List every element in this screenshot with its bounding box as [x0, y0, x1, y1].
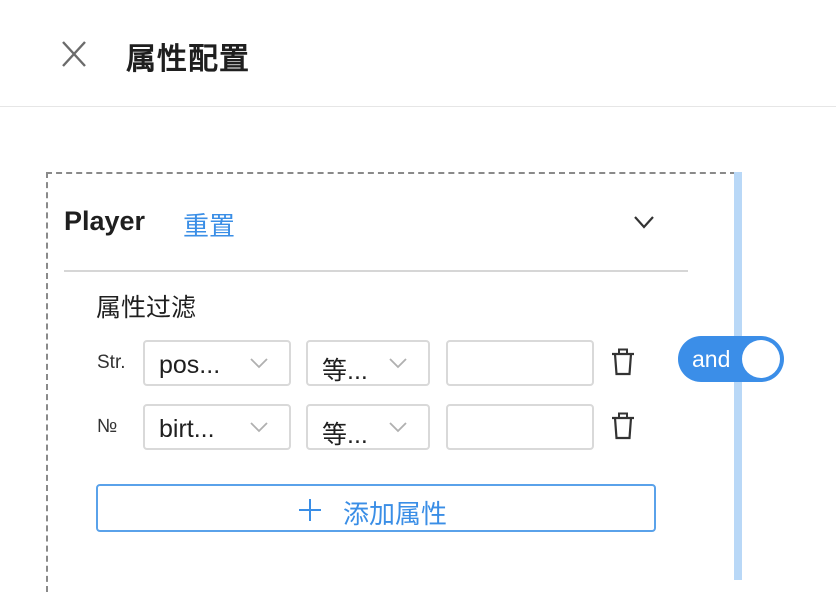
- property-select-value: pos...: [159, 351, 221, 379]
- operator-select[interactable]: 等...: [306, 404, 430, 450]
- property-select-value: birt...: [159, 415, 215, 443]
- page-title: 属性配置: [126, 43, 250, 76]
- trash-icon: [612, 412, 634, 440]
- add-property-button[interactable]: 添加属性: [96, 484, 656, 532]
- value-input[interactable]: [446, 404, 594, 450]
- operator-select-value: 等...: [322, 421, 368, 449]
- chevron-down-icon: [634, 216, 654, 229]
- section-title: 属性过滤: [96, 294, 197, 322]
- logic-toggle-label: and: [692, 346, 731, 372]
- logic-toggle[interactable]: and: [678, 336, 784, 382]
- chevron-down-icon: [250, 422, 268, 433]
- reset-button[interactable]: 重置: [183, 206, 235, 243]
- property-select[interactable]: birt...: [143, 404, 291, 450]
- property-select[interactable]: pos...: [143, 340, 291, 386]
- close-button[interactable]: [56, 36, 92, 72]
- divider: [64, 270, 688, 272]
- drawer-header: 属性配置: [0, 0, 836, 107]
- value-input[interactable]: [446, 340, 594, 386]
- add-property-label: 添加属性: [343, 499, 448, 529]
- entity-name: Player: [64, 206, 146, 236]
- chevron-down-icon: [250, 358, 268, 369]
- operator-select[interactable]: 等...: [306, 340, 430, 386]
- toggle-knob: [742, 340, 780, 378]
- chevron-down-icon: [389, 358, 407, 369]
- delete-row-button[interactable]: [610, 412, 636, 440]
- operator-select-value: 等...: [322, 357, 368, 385]
- trash-icon: [612, 348, 634, 376]
- number-type-icon: №: [97, 416, 118, 437]
- close-icon: [62, 41, 86, 67]
- delete-row-button[interactable]: [610, 348, 636, 376]
- chevron-down-icon: [389, 422, 407, 433]
- string-type-icon: Str.: [97, 352, 126, 373]
- collapse-button[interactable]: [630, 210, 658, 234]
- plus-icon: [299, 499, 321, 521]
